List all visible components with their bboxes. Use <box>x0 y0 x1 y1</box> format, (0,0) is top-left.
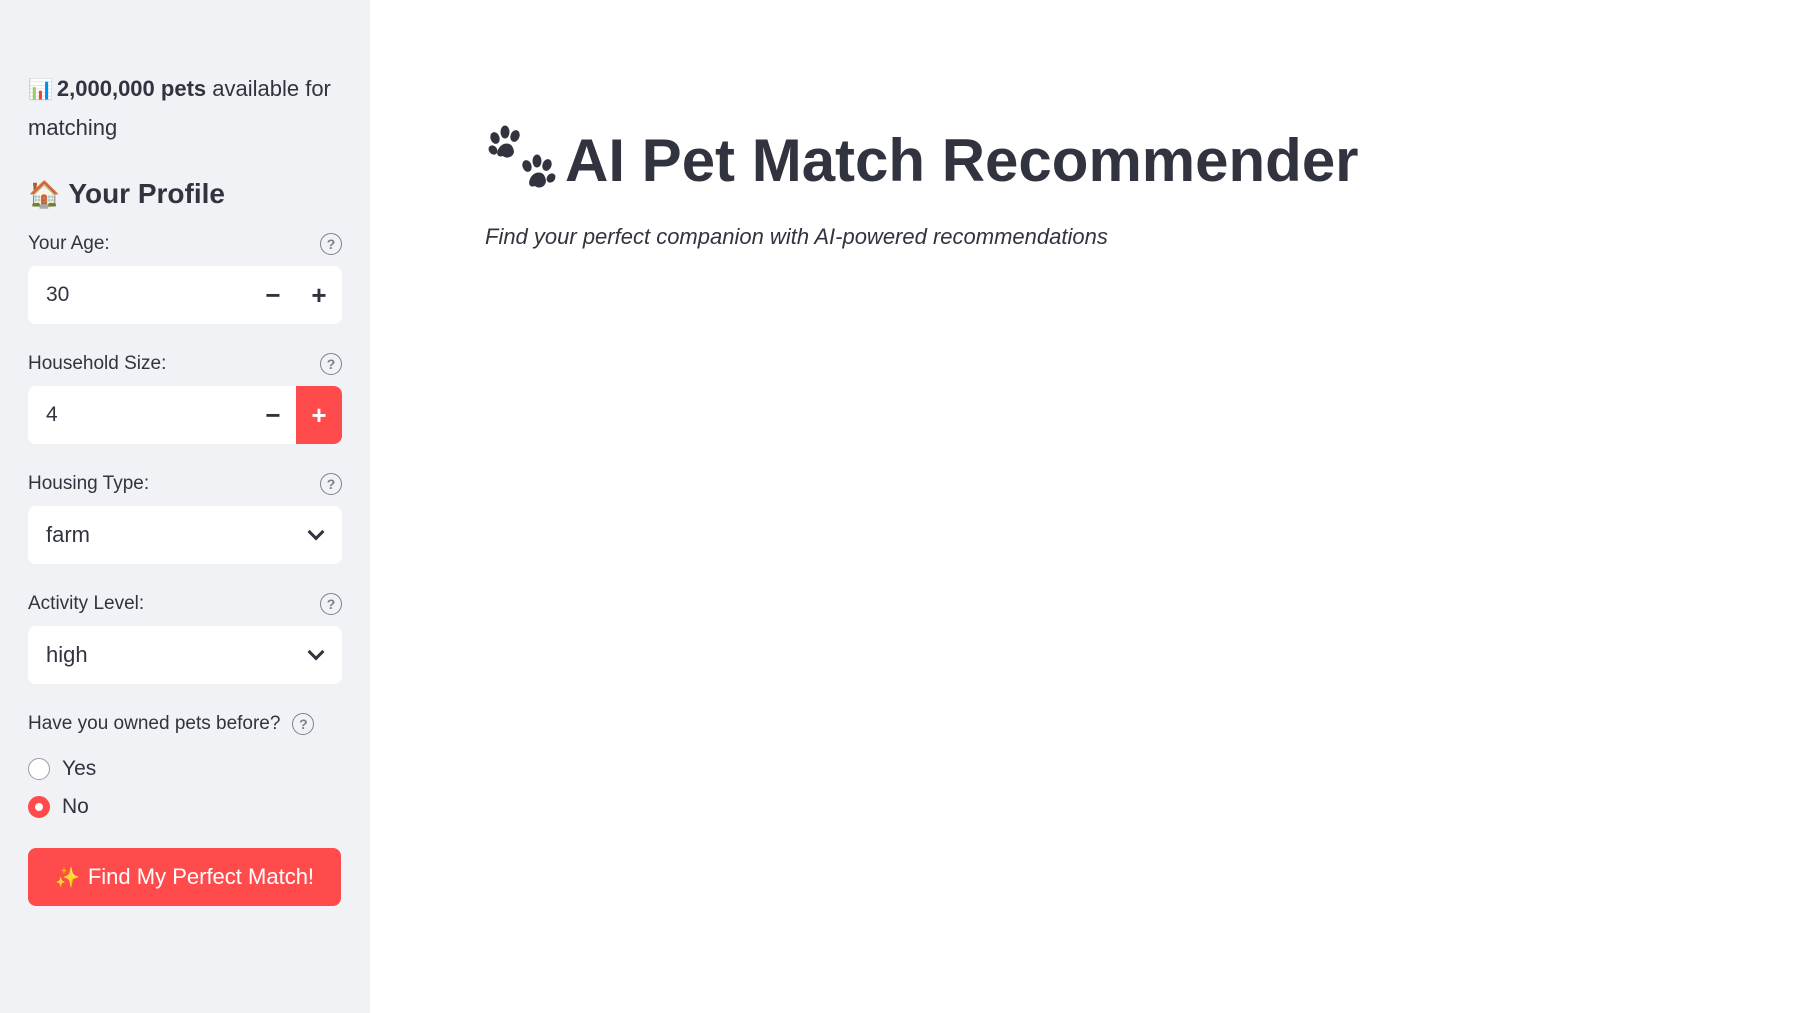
profile-section-title: 🏠 Your Profile <box>28 178 342 210</box>
activity-level-value: high <box>46 642 88 667</box>
page-title: AI Pet Match Recommender <box>485 120 1801 200</box>
household-increment-button[interactable]: + <box>296 386 342 444</box>
age-input[interactable]: 30 <box>28 283 250 307</box>
question-circle-icon[interactable]: ? <box>320 233 342 255</box>
main-content: AI Pet Match Recommender Find your perfe… <box>370 0 1801 1013</box>
age-decrement-button[interactable]: − <box>250 266 296 324</box>
question-circle-icon[interactable]: ? <box>292 713 315 735</box>
radio-button-yes[interactable] <box>28 758 50 780</box>
household-size-label: Household Size: <box>28 353 167 374</box>
sidebar: 📊 2,000,000 pets available for matching 🏠… <box>0 0 370 1013</box>
housing-label-row: Housing Type: ? <box>28 470 342 498</box>
age-increment-button[interactable]: + <box>296 266 342 324</box>
age-label-row: Your Age: ? <box>28 230 342 258</box>
page-subtitle: Find your perfect companion with AI-powe… <box>485 224 1108 249</box>
radio-button-no[interactable] <box>28 796 50 818</box>
age-label: Your Age: <box>28 233 110 254</box>
find-match-button[interactable]: ✨ Find My Perfect Match! <box>28 848 341 906</box>
pets-count: 2,000,000 pets <box>56 76 207 101</box>
household-size-input[interactable]: 4 <box>28 403 250 427</box>
question-circle-icon[interactable]: ? <box>320 593 342 615</box>
page-title-text: AI Pet Match Recommender <box>565 126 1359 194</box>
household-label-row: Household Size: ? <box>28 350 342 378</box>
radio-option-yes[interactable]: Yes <box>28 750 342 788</box>
activity-level-field: Activity Level: ? high <box>28 590 342 684</box>
question-circle-icon[interactable]: ? <box>320 353 342 375</box>
activity-level-label: Activity Level: <box>28 593 145 614</box>
activity-label-row: Activity Level: ? <box>28 590 342 618</box>
radio-option-no[interactable]: No <box>28 788 342 826</box>
app-root: 📊 2,000,000 pets available for matching 🏠… <box>0 0 1801 1013</box>
paw-icon <box>488 125 556 188</box>
pets-available-stats: 📊 2,000,000 pets available for matching <box>28 70 342 146</box>
activity-level-select[interactable]: high <box>28 626 342 684</box>
question-circle-icon[interactable]: ? <box>320 473 342 495</box>
housing-type-select[interactable]: farm <box>28 506 342 564</box>
household-size-number-input: 4 − + <box>28 386 342 444</box>
bar-chart-icon: 📊 <box>28 79 53 101</box>
age-field: Your Age: ? 30 − + <box>28 230 342 324</box>
housing-type-value: farm <box>46 522 90 547</box>
owned-pets-radio-group: Have you owned pets before? ? Yes No <box>28 710 342 826</box>
household-size-field: Household Size: ? 4 − + <box>28 350 342 444</box>
age-number-input: 30 − + <box>28 266 342 324</box>
find-match-button-label: Find My Perfect Match! <box>87 864 315 889</box>
sparkle-icon: ✨ <box>54 866 80 889</box>
profile-title-text: Your Profile <box>68 178 225 209</box>
housing-type-field: Housing Type: ? farm <box>28 470 342 564</box>
chevron-down-icon <box>307 523 325 541</box>
house-icon: 🏠 <box>28 178 61 209</box>
radio-label-no: No <box>62 795 89 818</box>
owned-pets-question-text: Have you owned pets before? <box>28 713 281 734</box>
housing-type-label: Housing Type: <box>28 473 150 494</box>
chevron-down-icon <box>307 643 325 661</box>
owned-pets-question: Have you owned pets before? ? <box>28 710 342 738</box>
household-decrement-button[interactable]: − <box>250 386 296 444</box>
radio-label-yes: Yes <box>62 757 97 780</box>
